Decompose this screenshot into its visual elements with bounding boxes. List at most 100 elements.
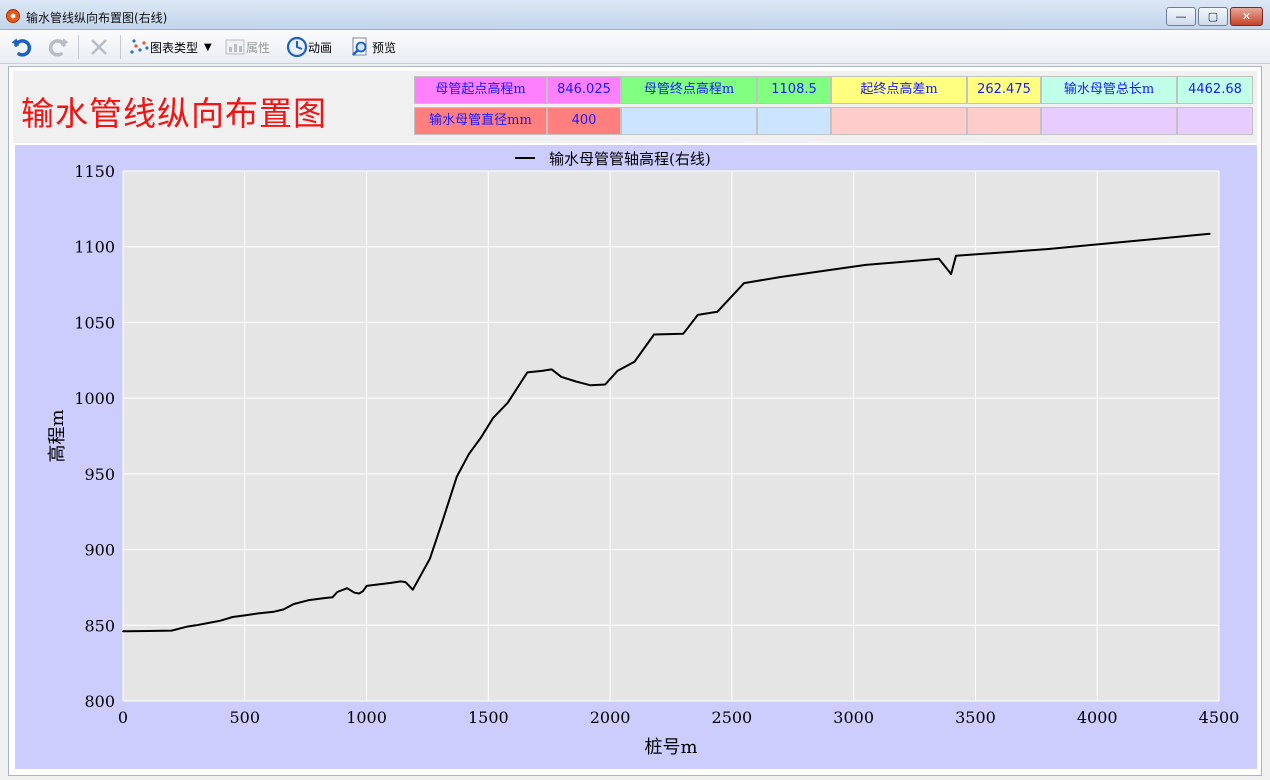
legend-swatch bbox=[515, 157, 535, 159]
info-value-row2-2 bbox=[967, 107, 1041, 135]
data-point bbox=[353, 591, 356, 594]
data-point bbox=[231, 616, 234, 618]
close-button[interactable]: ✕ bbox=[1230, 7, 1263, 26]
data-point bbox=[258, 612, 261, 614]
data-point bbox=[122, 630, 124, 633]
data-point bbox=[492, 417, 495, 419]
data-point bbox=[550, 368, 553, 371]
info-value-row1-0: 846.025 bbox=[547, 76, 621, 104]
data-point bbox=[207, 622, 210, 624]
x-tick-label: 4500 bbox=[1199, 708, 1240, 727]
data-point bbox=[1047, 248, 1050, 250]
info-label-row1-3: 输水母管总长m bbox=[1041, 76, 1177, 104]
info-label-row1-0: 母管起点高程m bbox=[414, 76, 547, 104]
data-point bbox=[185, 626, 188, 628]
data-point bbox=[390, 582, 392, 584]
window-title: 输水管线纵向布置图(右线) bbox=[26, 11, 168, 25]
data-point bbox=[716, 311, 719, 313]
data-point bbox=[865, 264, 867, 266]
info-label-row2-0: 输水母管直径mm bbox=[414, 107, 547, 135]
x-tick-label: 0 bbox=[118, 708, 128, 727]
undo-button[interactable] bbox=[10, 35, 34, 59]
x-tick-label: 1500 bbox=[468, 708, 509, 727]
x-tick-label: 1000 bbox=[346, 708, 387, 727]
data-point bbox=[560, 376, 563, 378]
data-point bbox=[219, 619, 222, 622]
y-tick-label: 800 bbox=[84, 692, 115, 711]
data-point bbox=[743, 282, 745, 284]
data-point bbox=[404, 581, 407, 583]
data-point bbox=[938, 258, 940, 260]
info-label-row2-1 bbox=[621, 107, 757, 135]
data-point bbox=[273, 610, 275, 613]
chart-area: 输水母管管轴高程(右线) 0 500 1000 1500 2000 2500 3000 350… bbox=[15, 145, 1257, 769]
data-point bbox=[604, 383, 607, 386]
x-tick-label: 2000 bbox=[590, 708, 631, 727]
clock-icon bbox=[286, 36, 308, 58]
data-point bbox=[955, 255, 957, 257]
line-chart: 0 500 1000 1500 2000 2500 3000 3500 4000 4500 800 8… bbox=[47, 162, 1240, 758]
minimize-button[interactable]: — bbox=[1166, 7, 1196, 26]
data-point bbox=[362, 590, 364, 593]
animation-button[interactable]: 动画 bbox=[286, 35, 332, 59]
x-tick-label: 500 bbox=[230, 708, 261, 727]
info-label-row1-1: 母管终点高程m bbox=[621, 76, 757, 104]
info-label-row1-2: 起终点高差m bbox=[831, 76, 967, 104]
maximize-button[interactable]: ▢ bbox=[1198, 7, 1228, 26]
data-point bbox=[307, 599, 309, 602]
status-strip bbox=[0, 776, 1270, 780]
data-point bbox=[480, 436, 482, 439]
delete-icon bbox=[91, 39, 107, 55]
info-value-row1-2: 262.475 bbox=[967, 76, 1041, 104]
app-chart-icon bbox=[6, 9, 20, 23]
y-tick-label: 950 bbox=[84, 465, 115, 484]
data-point bbox=[331, 596, 334, 599]
data-point bbox=[429, 557, 431, 560]
data-point bbox=[170, 629, 173, 632]
toolbar-separator bbox=[120, 35, 121, 59]
y-tick-label: 1050 bbox=[74, 313, 115, 332]
chart-document: 输水管线纵向布置图 母管起点高程m 846.025 母管终点高程m 1108.5 起终点… bbox=[8, 66, 1262, 776]
y-axis-label: 高程m bbox=[47, 409, 68, 462]
delete-button[interactable] bbox=[88, 35, 110, 59]
data-point bbox=[455, 476, 458, 478]
redo-icon bbox=[48, 38, 69, 57]
y-tick-label: 1100 bbox=[74, 238, 115, 257]
info-label-row2-3 bbox=[1041, 107, 1177, 135]
scatter-chart-icon bbox=[130, 39, 149, 54]
info-value-row2-0: 400 bbox=[547, 107, 621, 135]
data-point bbox=[441, 521, 443, 524]
x-axis-label: 桩号m bbox=[644, 737, 697, 758]
animation-label: 动画 bbox=[308, 40, 333, 55]
properties-button[interactable]: 属性 bbox=[224, 35, 270, 59]
y-tick-label: 850 bbox=[84, 616, 115, 635]
x-tick-label: 3500 bbox=[955, 708, 996, 727]
data-point bbox=[653, 333, 655, 336]
redo-button[interactable] bbox=[46, 35, 70, 59]
data-point bbox=[243, 614, 246, 617]
data-point bbox=[950, 273, 952, 275]
chart-type-dropdown[interactable]: 图表类型 ▼ bbox=[128, 35, 212, 59]
data-point bbox=[358, 592, 361, 595]
properties-chart-icon bbox=[225, 39, 245, 55]
data-point bbox=[292, 603, 295, 605]
toolbar: 图表类型 ▼ 属性 动画 预览 bbox=[0, 30, 1270, 64]
data-point bbox=[365, 585, 368, 587]
info-value-row2-1 bbox=[757, 107, 831, 135]
info-value-row1-3: 4462.68 bbox=[1177, 76, 1253, 104]
info-value-row1-1: 1108.5 bbox=[757, 76, 831, 104]
data-point bbox=[575, 380, 577, 383]
y-tick-label: 1000 bbox=[74, 389, 115, 408]
x-tick-label: 3000 bbox=[833, 708, 874, 727]
data-point bbox=[779, 276, 782, 278]
data-point bbox=[336, 591, 339, 593]
preview-button[interactable]: 预览 bbox=[350, 35, 396, 59]
y-tick-label: 900 bbox=[84, 541, 115, 560]
page-title: 输水管线纵向布置图 bbox=[21, 94, 327, 133]
window-titlebar: 输水管线纵向布置图(右线) — ▢ ✕ bbox=[0, 0, 1270, 30]
data-point bbox=[696, 314, 699, 316]
data-point bbox=[377, 583, 380, 586]
chevron-down-icon: ▼ bbox=[204, 41, 212, 53]
data-point bbox=[324, 597, 326, 599]
data-point bbox=[589, 384, 592, 387]
